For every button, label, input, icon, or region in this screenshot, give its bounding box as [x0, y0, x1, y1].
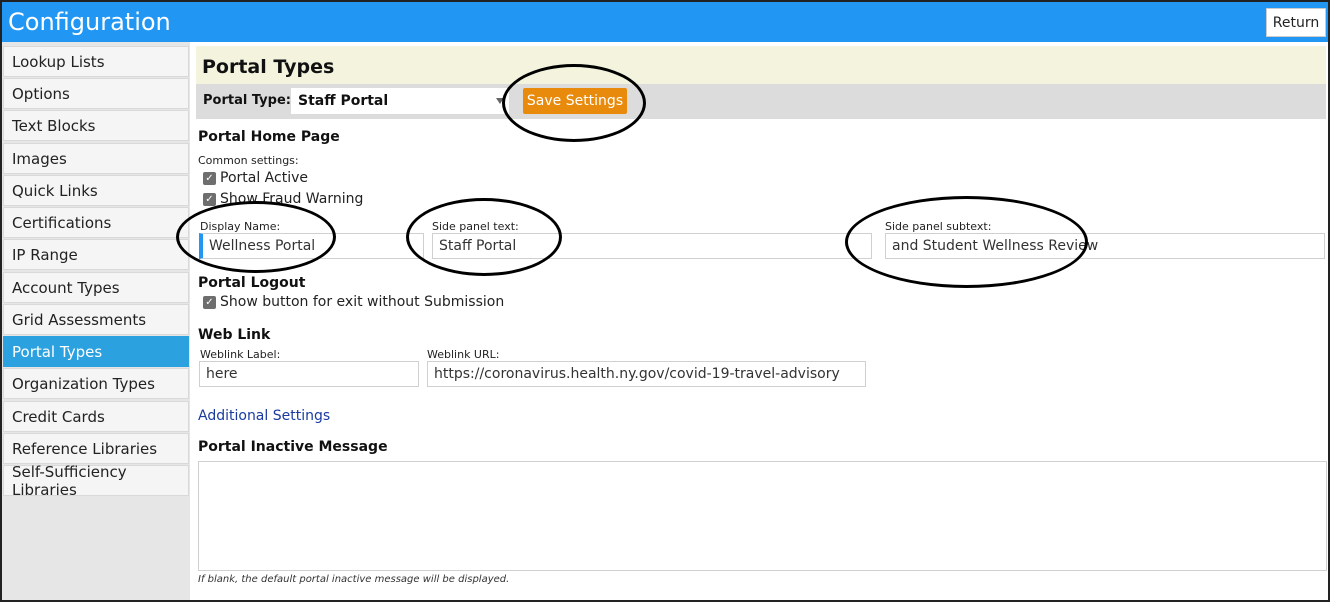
- display-name-input[interactable]: Wellness Portal: [199, 233, 424, 259]
- portal-type-select[interactable]: Staff Portal: [291, 88, 509, 114]
- fraud-warning-checkbox[interactable]: ✓: [203, 192, 216, 206]
- sidebar: Lookup Lists Options Text Blocks Images …: [2, 42, 190, 600]
- sidebar-item-self-sufficiency-libraries[interactable]: Self-Sufficiency Libraries: [3, 463, 189, 499]
- exit-button-checkbox[interactable]: ✓: [203, 295, 216, 309]
- side-panel-subtext-label: Side panel subtext:: [885, 220, 992, 233]
- additional-settings-link[interactable]: Additional Settings: [198, 408, 330, 424]
- portal-active-checkbox[interactable]: ✓: [203, 171, 216, 185]
- sidebar-item-ip-range[interactable]: IP Range: [3, 239, 189, 270]
- sidebar-item-options[interactable]: Options: [3, 78, 189, 109]
- side-panel-text-label: Side panel text:: [432, 220, 519, 233]
- display-name-label: Display Name:: [200, 220, 281, 233]
- exit-button-row: ✓ Show button for exit without Submissio…: [203, 294, 504, 310]
- sidebar-item-text-blocks[interactable]: Text Blocks: [3, 110, 189, 141]
- sidebar-item-account-types[interactable]: Account Types: [3, 272, 189, 303]
- common-settings-label: Common settings:: [198, 154, 299, 167]
- app-window: Configuration Return Lookup Lists Option…: [0, 0, 1330, 602]
- portal-home-page-heading: Portal Home Page: [198, 129, 340, 145]
- return-button[interactable]: Return: [1266, 8, 1326, 37]
- portal-inactive-message-heading: Portal Inactive Message: [198, 439, 388, 455]
- portal-active-row: ✓ Portal Active: [203, 170, 308, 186]
- weblink-url-input[interactable]: https://coronavirus.health.ny.gov/covid-…: [427, 361, 866, 387]
- side-panel-subtext-input[interactable]: and Student Wellness Review: [885, 233, 1325, 259]
- sidebar-item-grid-assessments[interactable]: Grid Assessments: [3, 304, 189, 335]
- portal-type-label: Portal Type:: [203, 93, 291, 108]
- inactive-message-textarea[interactable]: [198, 461, 1327, 571]
- sidebar-item-quick-links[interactable]: Quick Links: [3, 175, 189, 206]
- portal-logout-heading: Portal Logout: [198, 275, 306, 291]
- weblink-label-label: Weblink Label:: [200, 348, 281, 361]
- sidebar-item-organization-types[interactable]: Organization Types: [3, 368, 189, 399]
- portal-type-value: Staff Portal: [298, 93, 389, 109]
- inactive-message-hint: If blank, the default portal inactive me…: [198, 574, 510, 585]
- fraud-warning-label: Show Fraud Warning: [220, 191, 364, 207]
- weblink-url-label: Weblink URL:: [427, 348, 500, 361]
- sidebar-item-reference-libraries[interactable]: Reference Libraries: [3, 433, 189, 464]
- portal-type-toolbar: Portal Type: Staff Portal Save Settings: [196, 84, 1326, 119]
- sidebar-item-certifications[interactable]: Certifications: [3, 207, 189, 238]
- main-panel: Portal Types Portal Type: Staff Portal S…: [196, 46, 1327, 600]
- sidebar-item-credit-cards[interactable]: Credit Cards: [3, 401, 189, 432]
- sidebar-item-lookup-lists[interactable]: Lookup Lists: [3, 46, 189, 77]
- chevron-down-icon: [496, 98, 504, 104]
- fraud-warning-row: ✓ Show Fraud Warning: [203, 191, 363, 207]
- exit-button-label: Show button for exit without Submission: [220, 294, 505, 310]
- weblink-label-input[interactable]: here: [199, 361, 419, 387]
- sidebar-item-images[interactable]: Images: [3, 143, 189, 174]
- side-panel-text-input[interactable]: Staff Portal: [432, 233, 872, 259]
- web-link-heading: Web Link: [198, 327, 271, 343]
- save-settings-button[interactable]: Save Settings: [523, 88, 627, 114]
- portal-active-label: Portal Active: [220, 170, 308, 186]
- sidebar-item-portal-types[interactable]: Portal Types: [3, 336, 189, 367]
- app-title: Configuration: [8, 8, 171, 36]
- page-header: Portal Types: [196, 46, 1326, 84]
- page-title: Portal Types: [202, 56, 335, 78]
- title-bar: Configuration Return: [2, 2, 1328, 42]
